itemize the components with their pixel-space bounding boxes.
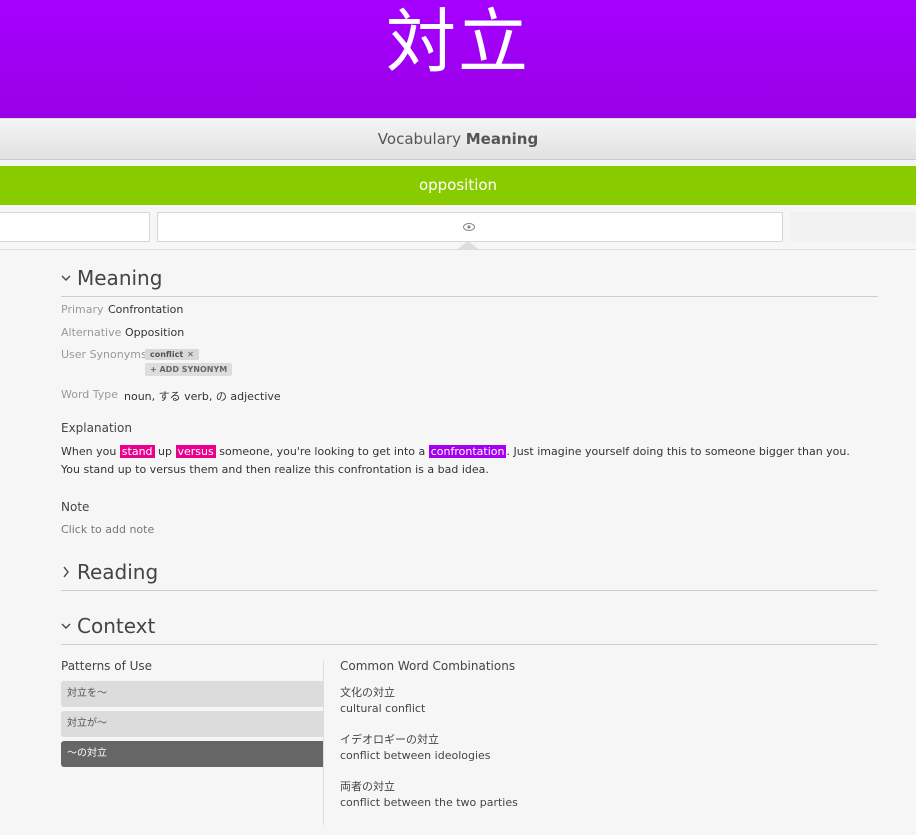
add-synonym-button[interactable]: + ADD SYNONYM	[145, 363, 233, 376]
question-type: Meaning	[465, 130, 539, 148]
combination-english: conflict between the two parties	[340, 796, 518, 809]
chevron-down-icon	[61, 275, 71, 281]
user-synonyms-label: User Synonyms	[61, 348, 147, 361]
alternative-label: Alternative	[61, 326, 122, 339]
explanation-part: up	[154, 445, 176, 458]
word-type-value: noun, する verb, の adjective	[124, 390, 281, 403]
note-label: Note	[61, 500, 90, 514]
primary-value: Confrontation	[108, 303, 184, 316]
pattern-item[interactable]: 対立が〜	[61, 711, 323, 737]
patterns-of-use-label: Patterns of Use	[61, 659, 153, 673]
combination-japanese: イデオロギーの対立	[340, 733, 439, 746]
question-category: Vocabulary	[377, 130, 461, 148]
word-type-label: Word Type	[61, 388, 119, 401]
radical-highlight: stand	[119, 445, 155, 458]
synonym-chip: conflict ✕	[145, 349, 199, 360]
explanation-part: When you	[61, 445, 120, 458]
context-divider	[61, 644, 878, 645]
pattern-item-selected[interactable]: 〜の対立	[61, 741, 331, 767]
combination-japanese: 両者の対立	[340, 780, 395, 793]
divider	[0, 249, 916, 250]
context-column-divider	[323, 660, 324, 825]
chevron-down-icon	[61, 623, 71, 629]
reading-divider	[61, 590, 878, 591]
meaning-divider	[61, 296, 878, 297]
combination-japanese: 文化の対立	[340, 686, 395, 699]
answer-text: opposition	[418, 176, 498, 194]
synonym-text: conflict	[150, 350, 184, 359]
primary-label: Primary	[61, 303, 104, 316]
right-option-button[interactable]	[790, 212, 916, 242]
vocabulary-character: 対立	[386, 1, 530, 83]
explanation-label: Explanation	[61, 421, 132, 435]
combination-english: cultural conflict	[340, 702, 426, 715]
reading-section-title: Reading	[77, 560, 159, 584]
question-type-bar: Vocabulary Meaning	[0, 118, 916, 160]
chevron-right-icon	[63, 566, 69, 578]
pattern-item[interactable]: 対立を〜	[61, 681, 323, 707]
meaning-section-toggle[interactable]: Meaning	[61, 266, 162, 290]
eye-icon	[463, 223, 475, 231]
explanation-part: someone, you're looking to get into a	[215, 445, 429, 458]
additional-content-buttons	[0, 212, 916, 250]
explanation-text: When you stand up versus someone, you're…	[61, 443, 861, 479]
radical-highlight: versus	[175, 445, 216, 458]
left-option-button[interactable]	[0, 212, 150, 242]
character-header: 対立	[0, 0, 916, 118]
meaning-section-title: Meaning	[77, 266, 163, 290]
combination-english: conflict between ideologies	[340, 749, 491, 762]
item-info-button[interactable]	[157, 212, 783, 242]
alternative-value: Opposition	[125, 326, 185, 339]
answer-field[interactable]: opposition	[0, 166, 916, 205]
context-section-title: Context	[77, 614, 156, 638]
remove-synonym-icon[interactable]: ✕	[187, 350, 194, 359]
vocabulary-highlight: confrontation	[428, 445, 507, 458]
active-pointer	[458, 241, 478, 249]
context-section-toggle[interactable]: Context	[61, 614, 155, 638]
reading-section-toggle[interactable]: Reading	[61, 560, 158, 584]
add-note-link[interactable]: Click to add note	[61, 523, 154, 536]
common-combinations-label: Common Word Combinations	[340, 659, 516, 673]
